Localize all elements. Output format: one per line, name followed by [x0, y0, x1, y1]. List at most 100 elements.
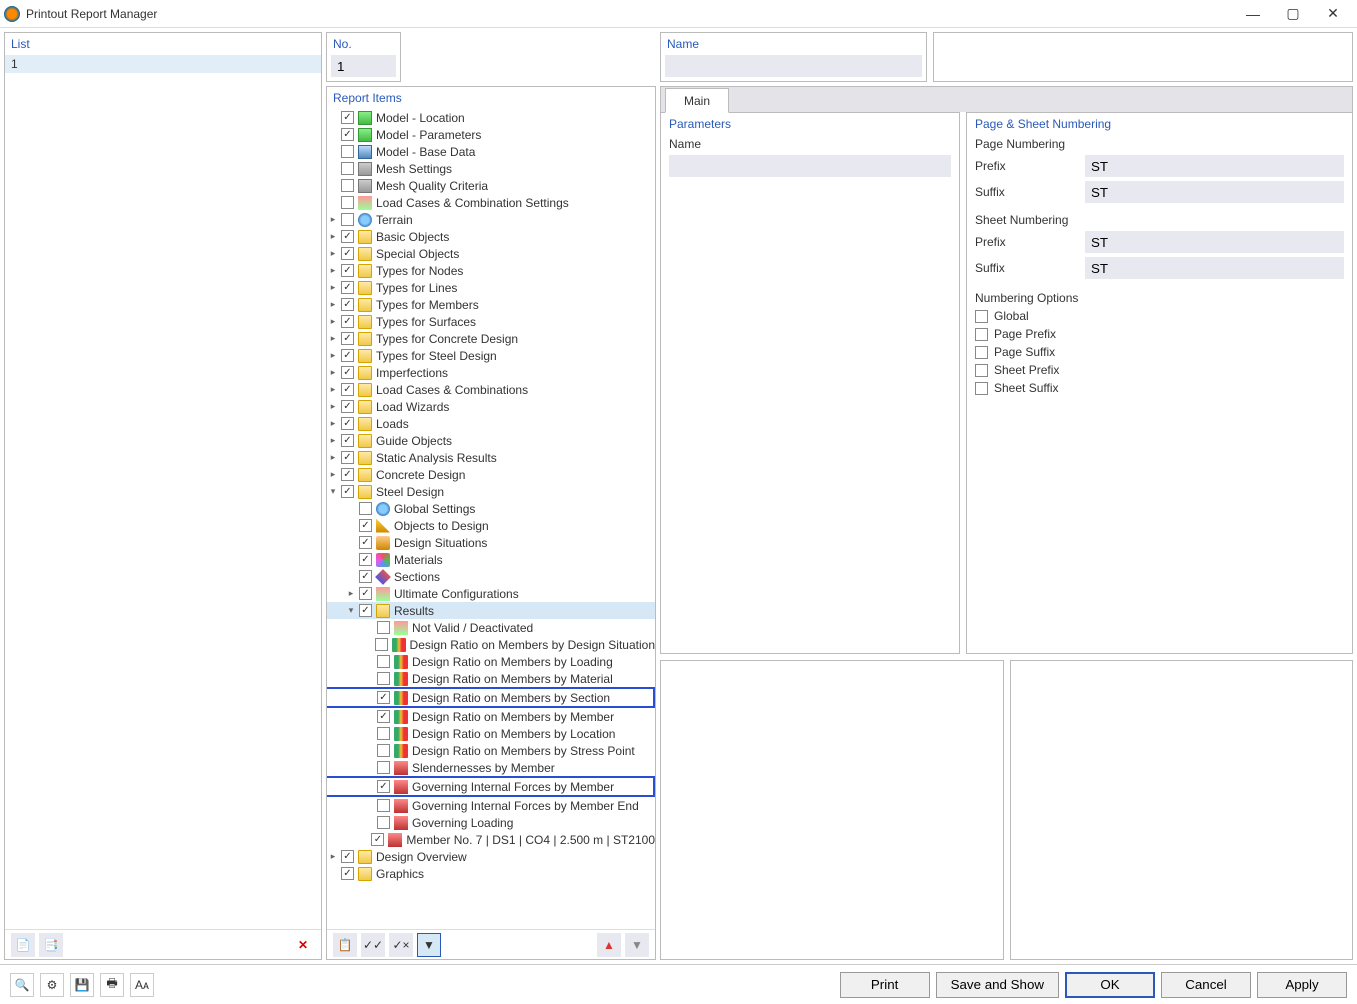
tree-checkbox[interactable] — [341, 400, 354, 413]
tree-checkbox[interactable] — [341, 332, 354, 345]
tree-node[interactable]: ▸Special Objects — [327, 245, 655, 262]
tree-node[interactable]: Load Cases & Combination Settings — [327, 194, 655, 211]
tree-checkbox[interactable] — [341, 485, 354, 498]
chevron-right-icon[interactable]: ▸ — [327, 452, 339, 464]
save-show-button[interactable]: Save and Show — [936, 972, 1059, 998]
tree-node[interactable]: ▸Concrete Design — [327, 466, 655, 483]
tree-node[interactable]: Mesh Quality Criteria — [327, 177, 655, 194]
tree-checkbox[interactable] — [377, 727, 390, 740]
tree-checkbox[interactable] — [359, 604, 372, 617]
duplicate-report-button[interactable]: 📑 — [39, 933, 63, 957]
tree-checkbox[interactable] — [371, 833, 384, 846]
new-report-button[interactable]: 📄 — [11, 933, 35, 957]
tree-node[interactable]: ▾Results — [327, 602, 655, 619]
chevron-right-icon[interactable]: ▸ — [327, 401, 339, 413]
tree-node[interactable]: Slendernesses by Member — [327, 759, 655, 776]
tree-node[interactable]: Model - Location — [327, 109, 655, 126]
tree-checkbox[interactable] — [359, 502, 372, 515]
tree-checkbox[interactable] — [359, 536, 372, 549]
print-button[interactable]: Print — [840, 972, 930, 998]
tree-checkbox[interactable] — [341, 349, 354, 362]
option-checkbox[interactable] — [975, 382, 988, 395]
option-checkbox[interactable] — [975, 328, 988, 341]
help-button[interactable]: 🔍 — [10, 973, 34, 997]
move-up-button[interactable]: ▲ — [597, 933, 621, 957]
copy-button[interactable]: 📋 — [333, 933, 357, 957]
chevron-right-icon[interactable]: ▸ — [327, 418, 339, 430]
chevron-down-icon[interactable]: ▾ — [345, 605, 357, 617]
sheet-suffix-input[interactable] — [1085, 257, 1344, 279]
numbering-option[interactable]: Page Suffix — [967, 343, 1352, 361]
chevron-right-icon[interactable]: ▸ — [345, 588, 357, 600]
tree-checkbox[interactable] — [377, 780, 390, 793]
tree-node[interactable]: Mesh Settings — [327, 160, 655, 177]
tree-node[interactable]: Global Settings — [327, 500, 655, 517]
tree-checkbox[interactable] — [377, 691, 390, 704]
chevron-right-icon[interactable]: ▸ — [327, 469, 339, 481]
chevron-down-icon[interactable]: ▾ — [327, 486, 339, 498]
tree-node[interactable]: Model - Parameters — [327, 126, 655, 143]
uncheck-all-button[interactable]: ✓× — [389, 933, 413, 957]
tree-node[interactable]: ▸Guide Objects — [327, 432, 655, 449]
option-checkbox[interactable] — [975, 310, 988, 323]
check-all-button[interactable]: ✓✓ — [361, 933, 385, 957]
ok-button[interactable]: OK — [1065, 972, 1155, 998]
no-input[interactable] — [331, 55, 396, 77]
maximize-button[interactable]: ▢ — [1273, 2, 1313, 26]
tree-node[interactable]: Governing Internal Forces by Member End — [327, 797, 655, 814]
chevron-right-icon[interactable]: ▸ — [327, 282, 339, 294]
save-icon-button[interactable]: 💾 — [70, 973, 94, 997]
tree-node[interactable]: ▸Types for Lines — [327, 279, 655, 296]
chevron-right-icon[interactable]: ▸ — [327, 231, 339, 243]
tree-node[interactable]: Design Ratio on Members by Member — [327, 708, 655, 725]
tree-checkbox[interactable] — [341, 247, 354, 260]
print-icon-button[interactable]: 🖶 — [100, 973, 124, 997]
page-suffix-input[interactable] — [1085, 181, 1344, 203]
tree-node[interactable]: Design Situations — [327, 534, 655, 551]
tree-checkbox[interactable] — [341, 281, 354, 294]
chevron-right-icon[interactable]: ▸ — [327, 350, 339, 362]
tree-checkbox[interactable] — [341, 417, 354, 430]
tree-checkbox[interactable] — [341, 451, 354, 464]
tree-node[interactable]: ▸Basic Objects — [327, 228, 655, 245]
tree-checkbox[interactable] — [375, 638, 388, 651]
tree-checkbox[interactable] — [359, 587, 372, 600]
tree-checkbox[interactable] — [341, 264, 354, 277]
tree-checkbox[interactable] — [341, 162, 354, 175]
tree-node[interactable]: ▸Types for Steel Design — [327, 347, 655, 364]
chevron-right-icon[interactable]: ▸ — [327, 248, 339, 260]
numbering-option[interactable]: Global — [967, 307, 1352, 325]
tree-checkbox[interactable] — [377, 744, 390, 757]
tree-node[interactable]: Governing Loading — [327, 814, 655, 831]
tree-node[interactable]: Design Ratio on Members by Stress Point — [327, 742, 655, 759]
tree-checkbox[interactable] — [341, 230, 354, 243]
tree-node[interactable]: Not Valid / Deactivated — [327, 619, 655, 636]
tree-node[interactable]: ▸Types for Members — [327, 296, 655, 313]
chevron-right-icon[interactable]: ▸ — [327, 333, 339, 345]
tree-checkbox[interactable] — [341, 298, 354, 311]
name-input[interactable] — [665, 55, 922, 77]
tree-node[interactable]: ▸Load Wizards — [327, 398, 655, 415]
tree-node[interactable]: ▸Types for Nodes — [327, 262, 655, 279]
list-item[interactable]: 1 — [5, 55, 321, 73]
tree-checkbox[interactable] — [341, 366, 354, 379]
tree-node[interactable]: ▸Imperfections — [327, 364, 655, 381]
numbering-option[interactable]: Sheet Suffix — [967, 379, 1352, 397]
page-prefix-input[interactable] — [1085, 155, 1344, 177]
chevron-right-icon[interactable]: ▸ — [327, 214, 339, 226]
param-name-input[interactable] — [669, 155, 951, 177]
tree-node[interactable]: Member No. 7 | DS1 | CO4 | 2.500 m | ST2… — [327, 831, 655, 848]
tree-node[interactable]: Design Ratio on Members by Design Situat… — [327, 636, 655, 653]
tree-checkbox[interactable] — [377, 799, 390, 812]
tree-node[interactable]: ▸Ultimate Configurations — [327, 585, 655, 602]
delete-report-button[interactable]: ✕ — [291, 933, 315, 957]
tree-node[interactable]: Model - Base Data — [327, 143, 655, 160]
settings-button[interactable]: ⚙ — [40, 973, 64, 997]
tree-checkbox[interactable] — [377, 816, 390, 829]
tree-checkbox[interactable] — [341, 111, 354, 124]
chevron-right-icon[interactable]: ▸ — [327, 316, 339, 328]
sheet-prefix-input[interactable] — [1085, 231, 1344, 253]
tree-checkbox[interactable] — [341, 213, 354, 226]
tree-checkbox[interactable] — [341, 867, 354, 880]
tree-checkbox[interactable] — [341, 315, 354, 328]
